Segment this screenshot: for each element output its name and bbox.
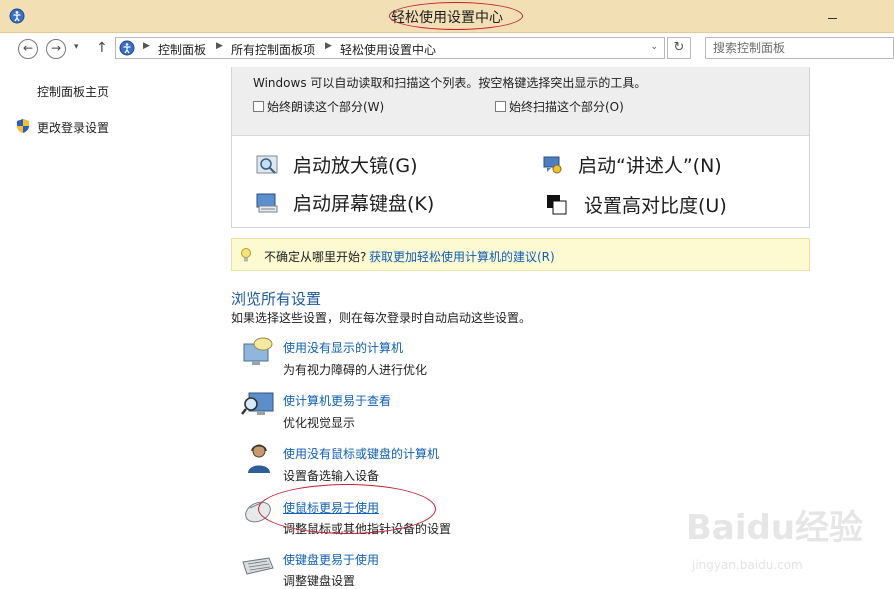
tip-question: 不确定从哪里开始? — [264, 250, 367, 264]
watermark-url: jingyan.baidu.com — [692, 558, 803, 572]
high-contrast-icon — [547, 194, 567, 214]
back-arrow-icon: ← — [22, 41, 34, 55]
sidebar-link-home[interactable]: 控制面板主页 — [37, 83, 109, 100]
breadcrumb-separator-icon: ▶ — [216, 41, 223, 51]
lightbulb-icon — [241, 248, 251, 262]
onscreen-keyboard-icon — [256, 193, 278, 212]
breadcrumb-separator-icon: ▶ — [143, 41, 150, 51]
sidebar-link-login-settings[interactable]: 更改登录设置 — [37, 119, 109, 136]
browse-desc-keyboard-easier: 调整键盘设置 — [283, 574, 356, 588]
browse-link-keyboard-easier[interactable]: 使键盘更易于使用 — [283, 551, 379, 568]
forward-arrow-icon: → — [50, 41, 62, 55]
narrator-icon — [543, 156, 562, 173]
refresh-icon: ↻ — [673, 40, 685, 55]
browse-link-easier-to-see[interactable]: 使计算机更易于查看 — [283, 392, 391, 409]
checkbox-box[interactable] — [253, 101, 264, 112]
title-annotation-ellipse — [389, 2, 523, 30]
up-level-icon[interactable]: ↑ — [96, 40, 108, 56]
mouse-annotation-ellipse — [258, 484, 436, 534]
address-bar[interactable]: ▶ 控制面板 ▶ 所有控制面板项 ▶ 轻松使用设置中心 ⌄ — [115, 37, 665, 59]
breadcrumb-control-panel[interactable]: 控制面板 — [158, 41, 206, 58]
start-narrator-label: 启动“讲述人”(N) — [578, 155, 722, 177]
breadcrumb-all-items[interactable]: 所有控制面板项 — [231, 41, 315, 58]
get-recommendations-link[interactable]: 获取更加轻松使用计算机的建议(R) — [369, 248, 555, 265]
monitor-magnifier-icon — [241, 392, 274, 415]
start-magnifier-button[interactable]: 启动放大镜(G) — [256, 151, 418, 178]
start-onscreen-keyboard-label: 启动屏幕键盘(K) — [293, 193, 435, 215]
refresh-button[interactable]: ↻ — [667, 37, 691, 59]
navigation-bar: ← → ▾ ↑ ▶ 控制面板 ▶ 所有控制面板项 ▶ 轻松使用设置中心 ⌄ ↻ — [0, 33, 894, 67]
back-button[interactable]: ← — [18, 39, 38, 59]
checkbox-always-read[interactable]: 始终朗读这个部分(W) — [253, 98, 384, 115]
start-magnifier-label: 启动放大镜(G) — [293, 155, 418, 177]
set-high-contrast-label: 设置高对比度(U) — [584, 195, 727, 217]
quick-access-intro: Windows 可以自动读取和扫描这个列表。按空格键选择突出显示的工具。 — [253, 76, 647, 90]
forward-button[interactable]: → — [46, 39, 66, 59]
control-panel-icon — [119, 40, 135, 56]
start-onscreen-keyboard-button[interactable]: 启动屏幕键盘(K) — [256, 189, 434, 216]
breadcrumb-ease-of-access[interactable]: 轻松使用设置中心 — [340, 41, 436, 58]
address-dropdown-icon[interactable]: ⌄ — [650, 42, 658, 52]
breadcrumb-separator-icon: ▶ — [325, 41, 332, 51]
minimize-button[interactable] — [824, 10, 842, 22]
browse-desc-no-display: 为有视力障碍的人进行优化 — [283, 363, 428, 377]
user-headset-icon — [248, 444, 270, 473]
tip-bar: 不确定从哪里开始? 获取更加轻松使用计算机的建议(R) — [231, 238, 810, 271]
monitor-speech-icon — [243, 337, 273, 365]
set-high-contrast-button[interactable]: 设置高对比度(U) — [546, 191, 727, 218]
browse-link-no-display[interactable]: 使用没有显示的计算机 — [283, 339, 403, 356]
watermark-logo: Baidu经验 — [686, 508, 864, 548]
magnifier-icon — [256, 155, 278, 174]
browse-description: 如果选择这些设置，则在每次登录时自动启动这些设置。 — [231, 311, 532, 325]
shield-icon — [17, 119, 29, 133]
start-narrator-button[interactable]: 启动“讲述人”(N) — [542, 151, 722, 178]
browse-heading: 浏览所有设置 — [231, 290, 322, 308]
checkbox-box[interactable] — [495, 101, 506, 112]
title-bar: 轻松使用设置中心 — [0, 0, 894, 33]
browse-desc-easier-to-see: 优化视觉显示 — [283, 416, 356, 430]
search-input[interactable] — [705, 37, 894, 59]
quick-access-options: Windows 可以自动读取和扫描这个列表。按空格键选择突出显示的工具。 始终朗… — [232, 67, 809, 136]
keyboard-icon — [242, 557, 274, 575]
browse-desc-no-mouse-keyboard: 设置备选输入设备 — [283, 469, 380, 483]
recent-locations-icon[interactable]: ▾ — [74, 42, 79, 52]
checkbox-always-scan-label: 始终扫描这个部分(O) — [509, 100, 624, 114]
browse-link-no-mouse-keyboard[interactable]: 使用没有鼠标或键盘的计算机 — [283, 445, 439, 462]
baidu-watermark: Baidu经验 jingyan.baidu.com — [686, 500, 863, 580]
checkbox-always-read-label: 始终朗读这个部分(W) — [267, 100, 385, 114]
quick-access-panel: Windows 可以自动读取和扫描这个列表。按空格键选择突出显示的工具。 始终朗… — [231, 67, 810, 228]
checkbox-always-scan[interactable]: 始终扫描这个部分(O) — [495, 98, 624, 115]
